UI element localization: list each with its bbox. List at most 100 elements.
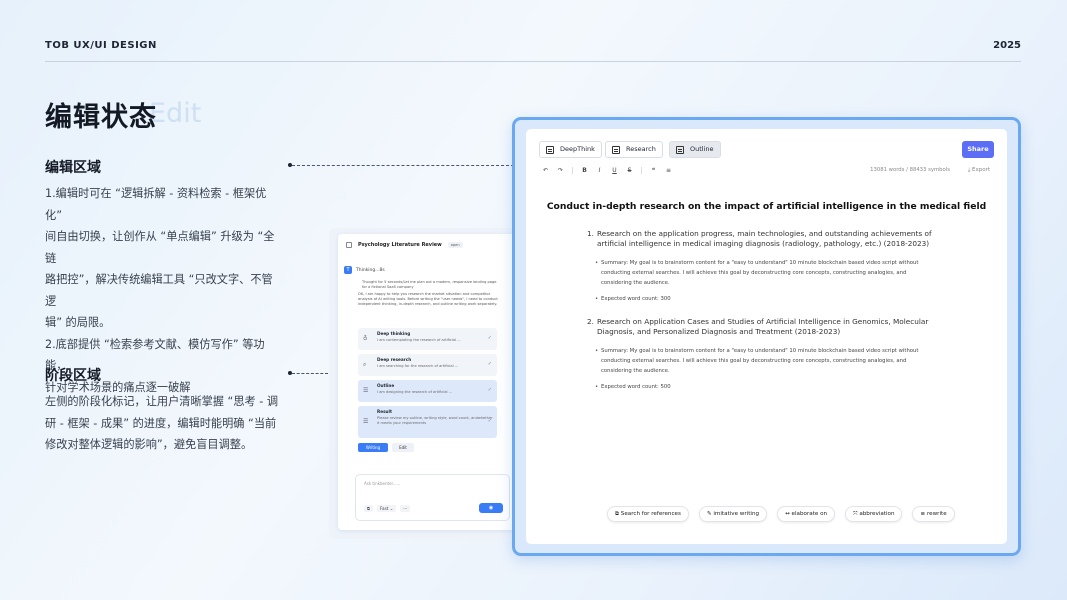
text-line: 路把控”，解决传统编辑工具 “只改文字、不管逻: [45, 273, 273, 308]
abbreviation-button[interactable]: ⤧ abbreviation: [845, 506, 903, 522]
copy-icon: ⧉: [615, 511, 619, 517]
send-icon: ◉: [488, 505, 494, 511]
tab-outline[interactable]: Outline: [669, 141, 721, 158]
check-icon: ✓: [487, 361, 492, 367]
document-icon: [546, 146, 554, 154]
text-line: 研 - 框架 - 成果” 的进度，编辑时能明确 “当前: [45, 416, 277, 430]
tab-label: Outline: [690, 145, 714, 153]
thinking-label: Thinking...8s: [356, 267, 385, 273]
text-line: 1.编辑时可在 “逻辑拆解 - 资料检索 - 框架优化”: [45, 187, 267, 222]
fast-mode-select[interactable]: Fast ⌄: [377, 505, 397, 512]
fast-label: Fast: [380, 506, 389, 511]
stage-result[interactable]: ☰ Result Please review my outline, writi…: [358, 406, 497, 438]
check-icon: ✓: [487, 387, 492, 393]
document-title[interactable]: Conduct in-depth research on the impact …: [546, 201, 987, 212]
collapse-icon: ⤧: [853, 511, 858, 517]
search-references-button[interactable]: ⧉ Search for references: [607, 506, 689, 522]
item-number: 2.: [587, 317, 594, 326]
attach-icon[interactable]: ⧉: [364, 505, 373, 512]
chat-input-box[interactable]: Ask tinkbenter...... ⧉ Fast ⌄ ··· ◉: [355, 474, 510, 521]
document-icon: ☰: [363, 418, 369, 425]
outline-icon: ☰: [363, 387, 369, 394]
text-line: 左侧的阶段化标记，让用户清晰掌握 “思考 - 调: [45, 395, 279, 408]
item-word-count[interactable]: • Expected word count: 300: [595, 294, 936, 304]
check-icon: ✓: [487, 335, 492, 341]
more-options-button[interactable]: ···: [400, 505, 411, 512]
stage-title: Outline: [377, 383, 395, 388]
item-summary[interactable]: • Summary: My goal is to brainstorm cont…: [595, 258, 936, 288]
chip-label: Search for references: [620, 511, 681, 517]
quote-icon[interactable]: ❝: [650, 167, 657, 174]
action-chips: ⧉ Search for references ✎ imitative writ…: [607, 506, 955, 522]
stage-title: Result: [377, 409, 392, 414]
undo-icon[interactable]: ↶: [542, 167, 549, 174]
document-icon: [612, 146, 620, 154]
thinking-row[interactable]: T Thinking...8s: [344, 266, 385, 274]
stage-outline[interactable]: ☰ Outline I am designing the research of…: [358, 380, 497, 402]
italic-icon[interactable]: I: [596, 167, 603, 174]
page-title: 编辑状态: [45, 102, 157, 133]
rewrite-button[interactable]: ≡ rewrite: [912, 506, 955, 522]
header-divider: [45, 61, 1021, 62]
editor-window: DeepThink Research Outline Share ↶ ↷ B I…: [526, 129, 1007, 544]
avatar: T: [344, 266, 352, 274]
bold-icon[interactable]: B: [581, 167, 588, 174]
tab-label: Research: [626, 145, 656, 153]
format-toolbar: ↶ ↷ B I U S ❝ ≡: [542, 167, 672, 174]
imitative-writing-button[interactable]: ✎ imitative writing: [698, 506, 768, 522]
section-text-stage: 左侧的阶段化标记，让用户清晰掌握 “思考 - 调 研 - 框架 - 成果” 的进…: [45, 391, 282, 456]
text-line: 间自由切换，让创作从 “单点编辑” 升级为 “全链: [45, 230, 275, 265]
item-text: Research on the application progress, ma…: [597, 229, 932, 248]
share-button[interactable]: Share: [962, 141, 994, 158]
document-icon: [676, 146, 684, 154]
status-tag: open: [447, 242, 463, 248]
strikethrough-icon[interactable]: S: [626, 167, 633, 174]
year-label: 2025: [993, 40, 1021, 51]
stage-deep-research[interactable]: ⌕ Deep research I am searching for the r…: [358, 354, 497, 376]
text-line: 修改对整体逻辑的影响”，避免盲目调整。: [45, 438, 253, 451]
edit-button[interactable]: Edit: [392, 443, 414, 452]
send-button[interactable]: ◉: [479, 503, 503, 513]
summary-text: Summary: My goal is to brainstorm conten…: [601, 348, 919, 374]
connector-line-stage: [292, 373, 328, 374]
elaborate-button[interactable]: ↔ elaborate on: [777, 506, 836, 522]
stage-deep-thinking[interactable]: ♁ Deep thinking I am contemplating the r…: [358, 328, 497, 350]
chip-label: abbreviation: [859, 511, 895, 517]
bullet-icon: •: [595, 384, 599, 390]
chip-label: elaborate on: [791, 511, 828, 517]
redo-icon[interactable]: ↷: [557, 167, 564, 174]
section-title-stage: 阶段区域: [45, 368, 101, 384]
bullet-icon: •: [595, 260, 599, 266]
brand-label: TOB UX/UI DESIGN: [45, 40, 157, 51]
summary-text: Summary: My goal is to brainstorm conten…: [601, 260, 919, 286]
sidebar-toggle-icon[interactable]: [346, 242, 352, 248]
stage-desc: I am contemplating the research of artif…: [377, 338, 461, 342]
toolbar-divider: [641, 167, 642, 174]
stage-desc: I am searching for the research of artif…: [377, 364, 459, 368]
item-text: Research on Application Cases and Studie…: [597, 317, 929, 336]
list-icon[interactable]: ≡: [665, 167, 672, 174]
expand-icon: ↔: [785, 511, 790, 517]
text-line: 辑” 的局限。: [45, 316, 111, 329]
toolbar-divider: [572, 167, 573, 174]
stage-desc: I am designing the research of artificia…: [377, 390, 453, 394]
pen-icon: ✎: [706, 511, 712, 517]
item-word-count[interactable]: • Expected word count: 500: [595, 382, 936, 392]
underline-icon[interactable]: U: [611, 167, 618, 174]
connector-line-edit: [292, 165, 514, 166]
tab-research[interactable]: Research: [605, 141, 663, 158]
stage-title: Deep research: [377, 357, 412, 362]
rewrite-icon: ≡: [920, 511, 926, 517]
chat-panel: Psychology Literature Review open T Thin…: [338, 234, 519, 530]
outline-item[interactable]: 2. Research on Application Cases and Stu…: [587, 317, 957, 337]
tab-deepthink[interactable]: DeepThink: [539, 141, 602, 158]
export-button[interactable]: ⤓ Export: [968, 167, 990, 174]
outline-item[interactable]: 1. Research on the application progress,…: [587, 229, 957, 249]
item-summary[interactable]: • Summary: My goal is to brainstorm cont…: [595, 346, 936, 376]
chat-input-placeholder[interactable]: Ask tinkbenter......: [364, 481, 400, 486]
item-number: 1.: [587, 229, 594, 238]
writing-button[interactable]: Writing: [358, 443, 388, 452]
word-count-text: Expected word count: 300: [601, 296, 671, 302]
panel-header: Psychology Literature Review open: [346, 242, 463, 248]
stage-title: Deep thinking: [377, 331, 411, 336]
